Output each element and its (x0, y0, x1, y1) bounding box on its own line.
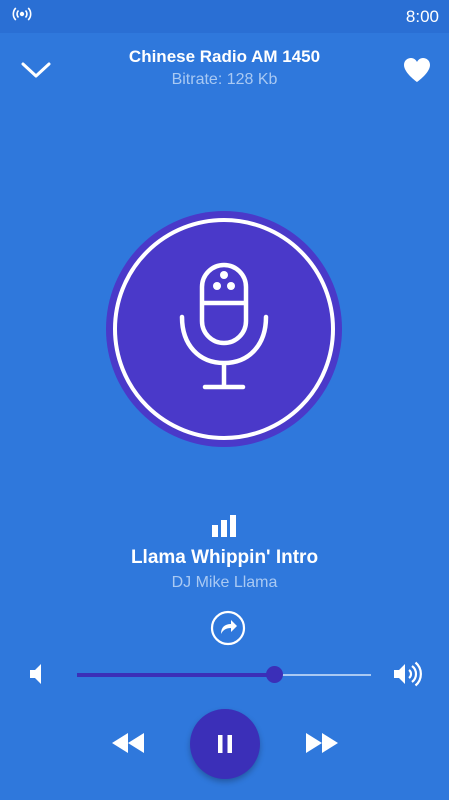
volume-high-icon[interactable] (392, 661, 426, 687)
volume-slider[interactable] (77, 666, 371, 683)
status-bar: 8:00 (0, 0, 449, 33)
volume-fill (77, 673, 274, 677)
fast-forward-icon (306, 733, 338, 753)
volume-thumb[interactable] (265, 666, 283, 683)
share-icon (210, 610, 246, 646)
rewind-button[interactable] (108, 728, 148, 758)
microphone-icon (179, 262, 269, 390)
share-button[interactable] (210, 610, 246, 646)
fast-forward-button[interactable] (302, 728, 342, 758)
track-artist: DJ Mike Llama (171, 574, 278, 591)
radio-broadcast-icon (12, 6, 32, 27)
volume-low-icon[interactable] (28, 663, 48, 685)
player-header: Chinese Radio AM 1450 Bitrate: 128 Kb (0, 33, 449, 103)
pause-icon (218, 735, 232, 753)
heart-icon (404, 58, 430, 82)
station-artwork (106, 211, 342, 447)
favorite-button[interactable] (399, 53, 435, 87)
bitrate-label: Bitrate: 128 Kb (171, 71, 278, 88)
playback-controls (0, 706, 449, 782)
status-time: 8:00 (405, 6, 439, 26)
volume-control (0, 655, 449, 695)
track-title: Llama Whippin' Intro (130, 547, 319, 568)
station-name: Chinese Radio AM 1450 (128, 47, 321, 66)
pause-button[interactable] (190, 709, 260, 779)
equalizer-icon (212, 515, 236, 537)
rewind-icon (112, 733, 144, 753)
